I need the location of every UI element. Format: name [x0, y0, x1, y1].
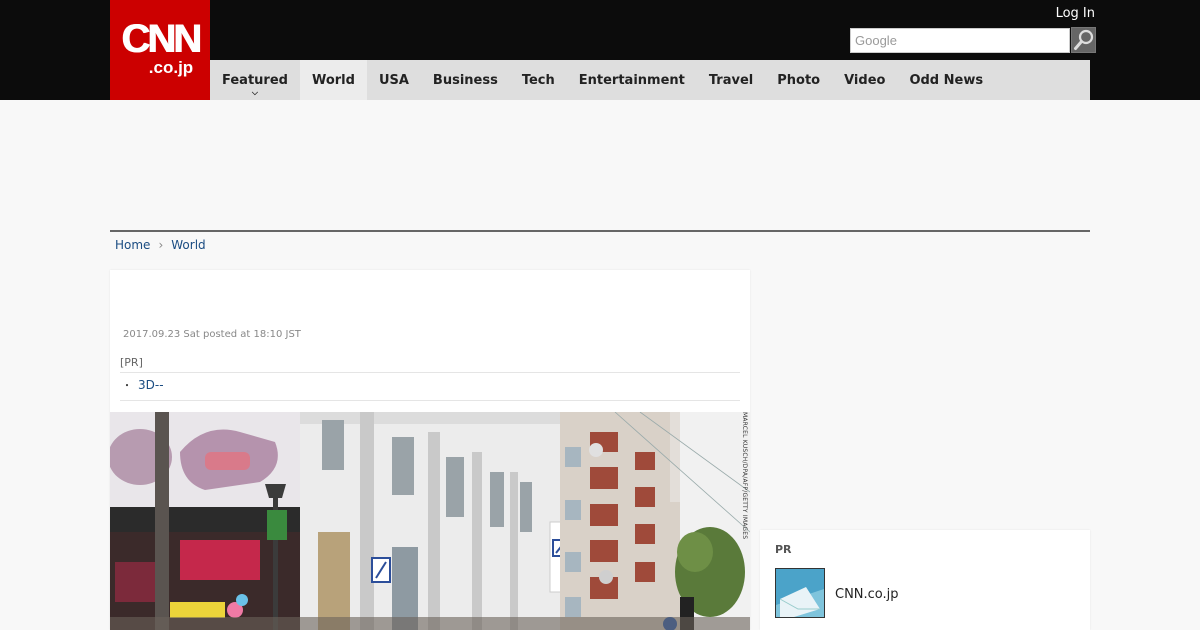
nav-label: Business [432, 72, 498, 88]
breadcrumb-world[interactable]: World [171, 238, 205, 252]
envelope-icon [776, 569, 824, 617]
article-photo: MARCEL KUSCH/DPA/AFP/GETTY IMAGES [110, 412, 750, 630]
search-input[interactable] [850, 28, 1070, 53]
chevron-right-icon: › [158, 238, 164, 252]
nav-label: Travel [708, 72, 754, 88]
pr-label: [PR] [120, 356, 740, 373]
nav-item-entertainment[interactable]: Entertainment [567, 60, 697, 100]
nav-item-travel[interactable]: Travel [697, 60, 765, 100]
nav-item-video[interactable]: Video [832, 60, 897, 100]
nav-label: Entertainment [578, 72, 685, 88]
nav-label: World [311, 72, 355, 88]
breadcrumb-home[interactable]: Home [115, 238, 150, 252]
login-link[interactable]: Log In [1056, 6, 1095, 21]
sidebar-pr-box: PR CNN.co.jp [760, 530, 1090, 630]
nav-label: Video [844, 72, 886, 88]
nav-item-photo[interactable]: Photo [765, 60, 832, 100]
magnifier-icon [1073, 29, 1093, 50]
nav-item-usa[interactable]: USA [367, 60, 421, 100]
search-button[interactable] [1071, 27, 1096, 53]
nav-label: Featured [222, 72, 288, 88]
nav-label: USA [378, 72, 409, 88]
sidebar-pr-link[interactable]: CNN.co.jp [835, 587, 899, 602]
divider [110, 230, 1090, 232]
nav-item-odd-news[interactable]: Odd News [897, 60, 995, 100]
sidebar-pr-thumbnail[interactable] [775, 568, 825, 618]
logo-sub-text: .co.jp [148, 58, 194, 77]
main-nav: Featured ⌵ World USA Business Tech Enter… [210, 60, 1090, 100]
bullet-icon: ・ [122, 381, 132, 392]
photo-credit: MARCEL KUSCH/DPA/AFP/GETTY IMAGES [741, 412, 748, 540]
breadcrumb: Home › World [115, 238, 206, 252]
street-photo [110, 412, 750, 630]
sidebar-pr-title: PR [775, 543, 792, 556]
logo-main-text: CNN [121, 17, 202, 61]
article-card: 2017.09.23 Sat posted at 18:10 JST [PR] … [110, 270, 750, 630]
cnn-logo[interactable]: CNN .co.jp [110, 0, 210, 100]
article-date: 2017.09.23 Sat posted at 18:10 JST [123, 329, 301, 340]
pr-box: [PR] ・ 3D-- [120, 356, 740, 401]
nav-label: Photo [777, 72, 821, 88]
ad-area [110, 100, 1090, 230]
pr-link-row: ・ 3D-- [120, 373, 740, 401]
nav-item-business[interactable]: Business [421, 60, 510, 100]
nav-item-tech[interactable]: Tech [510, 60, 567, 100]
nav-label: Odd News [909, 72, 984, 88]
chevron-down-icon: ⌵ [251, 88, 259, 97]
nav-label: Tech [521, 72, 555, 88]
nav-item-world[interactable]: World [299, 60, 367, 100]
pr-link[interactable]: 3D-- [138, 378, 164, 392]
nav-item-featured[interactable]: Featured ⌵ [210, 60, 300, 100]
